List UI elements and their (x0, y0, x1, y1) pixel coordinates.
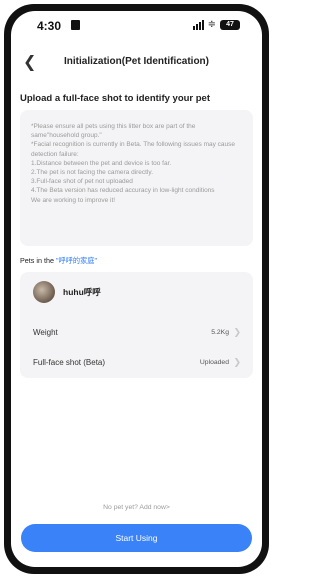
weight-value: 5.2Kg (211, 329, 229, 336)
status-icons: ≑ 47 (192, 19, 240, 30)
pet-name: huhu呼呼 (63, 287, 101, 297)
pet-card: huhu呼呼 Weight 5.2Kg ❯ Full-face shot (Be… (20, 272, 253, 378)
chevron-right-icon: ❯ (233, 327, 241, 337)
add-pet-link[interactable]: No pet yet? Add now> (11, 504, 262, 511)
page-title: Initialization(Pet Identification) (64, 56, 209, 67)
battery-icon: 47 (220, 20, 240, 30)
weight-row[interactable]: Weight 5.2Kg ❯ (33, 327, 241, 342)
upload-heading: Upload a full-face shot to identify your… (20, 93, 211, 104)
phone-frame: 4:30 ≑ 47 ❮ Initialization(Pet Identific… (4, 4, 269, 574)
notice-box: *Please ensure all pets using this litte… (20, 110, 253, 246)
notice-line: 2.The pet is not facing the camera direc… (31, 169, 153, 177)
household-link[interactable]: "呼呼的家庭" (56, 256, 97, 265)
status-time: 4:30 (37, 19, 62, 33)
top-nav: ❮ Initialization(Pet Identification) (11, 53, 262, 75)
weight-label: Weight (33, 328, 58, 337)
notice-line: *Please ensure all pets using this litte… (31, 123, 196, 140)
face-shot-status: Uploaded (199, 359, 229, 366)
pets-household-label: Pets in the "呼呼的家庭" (20, 256, 97, 266)
app-screen: 4:30 ≑ 47 ❮ Initialization(Pet Identific… (11, 11, 262, 567)
chevron-right-icon: ❯ (233, 357, 241, 367)
sim-card-icon (71, 20, 80, 30)
status-bar: 4:30 ≑ 47 (11, 11, 262, 39)
notice-line: We are working to improve it! (31, 196, 116, 204)
pets-label-prefix: Pets in the (20, 256, 56, 265)
start-using-button[interactable]: Start Using (21, 524, 252, 552)
signal-icon (192, 20, 204, 30)
notice-line: 3.Full-face shot of pet not uploaded (31, 178, 133, 186)
notice-line: 4.The Beta version has reduced accuracy … (31, 187, 215, 195)
notice-line: 1.Distance between the pet and device is… (31, 159, 172, 167)
face-shot-label: Full-face shot (Beta) (33, 358, 106, 367)
pet-avatar (33, 281, 55, 303)
notice-line: *Facial recognition is currently in Beta… (31, 141, 236, 158)
pet-header: huhu呼呼 (33, 281, 101, 303)
wifi-icon: ≑ (207, 19, 216, 30)
face-shot-row[interactable]: Full-face shot (Beta) Uploaded ❯ (33, 357, 241, 372)
